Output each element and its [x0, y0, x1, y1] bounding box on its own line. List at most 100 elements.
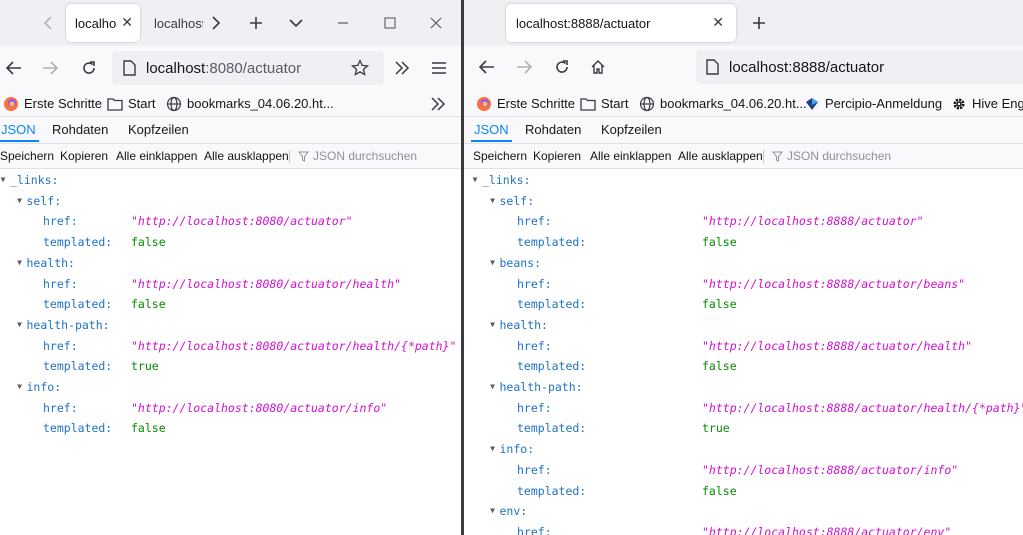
tab-json[interactable]: JSON [471, 122, 512, 142]
json-boolean-value: false [131, 235, 166, 250]
collapse-all-button[interactable]: Alle einklappen [116, 149, 197, 163]
save-button[interactable]: Speichern [0, 149, 54, 163]
json-key: href: [43, 338, 78, 353]
json-object-row[interactable]: ▼ info: [464, 439, 1023, 459]
json-object-row[interactable]: ▼ health-path: [0, 315, 461, 335]
json-object-row[interactable]: ▼ self: [464, 191, 1023, 211]
forward-arrow-icon[interactable] [514, 57, 534, 77]
chevron-left-icon[interactable] [38, 13, 58, 33]
chevron-right-icon[interactable] [206, 13, 226, 33]
expand-triangle-icon[interactable]: ▼ [488, 377, 498, 397]
bookmark-label: Start [601, 96, 629, 111]
close-window-icon[interactable] [426, 13, 446, 33]
back-arrow-icon[interactable] [477, 57, 497, 77]
expand-all-button[interactable]: Alle ausklappen [678, 149, 763, 163]
star-icon[interactable] [350, 58, 370, 78]
overflow-chevrons-icon[interactable] [392, 58, 412, 78]
expand-triangle-icon[interactable]: ▼ [15, 377, 25, 397]
expand-all-button[interactable]: Alle ausklappen [204, 149, 289, 163]
json-object-row[interactable]: ▼ env: [464, 501, 1023, 521]
bookmark-bookmarks-file[interactable]: bookmarks_04.06.20.ht... [166, 95, 334, 112]
home-icon[interactable] [588, 57, 608, 77]
save-button[interactable]: Speichern [473, 149, 527, 163]
expand-triangle-icon[interactable]: ▼ [488, 439, 498, 459]
close-icon[interactable]: ✕ [712, 14, 724, 31]
json-object-row[interactable]: ▼ beans: [464, 253, 1023, 273]
json-string-value: "http://localhost:8080/actuator/health" [131, 276, 402, 291]
tab-json[interactable]: JSON [0, 122, 39, 142]
bookmark-start[interactable]: Start [580, 95, 628, 112]
json-string-value: "http://localhost:8080/actuator/info" [131, 400, 388, 415]
url-bar[interactable]: localhost:8080/actuator [112, 51, 384, 85]
chevron-down-icon[interactable] [286, 13, 306, 33]
json-key: _links: [482, 173, 531, 187]
back-arrow-icon[interactable] [4, 58, 24, 78]
menu-icon[interactable] [429, 58, 449, 78]
json-key: templated: [43, 235, 113, 250]
bookmark-bookmarks-file[interactable]: bookmarks_04.06.20.ht... [639, 95, 807, 112]
expand-triangle-icon[interactable]: ▼ [488, 501, 498, 521]
json-object-row[interactable]: ▼ self: [0, 191, 461, 211]
json-object-row[interactable]: ▼ info: [0, 377, 461, 397]
expand-triangle-icon[interactable]: ▼ [488, 191, 498, 211]
expand-triangle-icon[interactable]: ▼ [15, 253, 25, 273]
json-boolean-value: false [131, 421, 166, 436]
json-object-row[interactable]: ▼ health: [0, 253, 461, 273]
firefox-icon [3, 96, 19, 112]
tab-label: localhost:8888/actuator [154, 15, 203, 31]
bookmark-erste-schritte[interactable]: Erste Schritte [476, 95, 575, 112]
expand-triangle-icon[interactable]: ▼ [470, 170, 480, 190]
filter-placeholder: JSON durchsuchen [787, 149, 892, 163]
new-tab-icon[interactable] [749, 13, 769, 33]
bookmark-label: Erste Schritte [497, 96, 576, 111]
json-object-row[interactable]: ▼ _links: [0, 170, 461, 190]
tab-localhost-8080[interactable]: localhost:8080/actuator ✕ [66, 4, 140, 42]
json-key: templated: [517, 235, 587, 250]
json-string-value: "http://localhost:8080/actuator" [131, 214, 353, 229]
url-bar[interactable]: localhost:8888/actuator [696, 50, 1023, 84]
json-key: templated: [517, 483, 587, 498]
json-key: templated: [517, 359, 587, 374]
bookmark-hive[interactable]: Hive Engi [951, 95, 1023, 112]
left-browser-window: localhost:8080/actuator ✕ localhost:8888… [0, 0, 461, 535]
collapse-all-button[interactable]: Alle einklappen [590, 149, 671, 163]
copy-button[interactable]: Kopieren [60, 149, 108, 163]
forward-arrow-icon[interactable] [40, 58, 60, 78]
json-filter-input[interactable]: JSON durchsuchen [772, 149, 891, 163]
tab-localhost-8888[interactable]: localhost:8888/actuator ✕ [506, 4, 736, 42]
new-tab-icon[interactable] [246, 13, 266, 33]
reload-icon[interactable] [79, 58, 99, 78]
json-string-value: "http://localhost:8888/actuator/info" [702, 462, 959, 477]
bookmark-start[interactable]: Start [107, 95, 155, 112]
tab-rohdaten[interactable]: Rohdaten [52, 122, 108, 137]
tab-localhost-8888[interactable]: localhost:8888/actuator [145, 4, 203, 42]
tab-rohdaten[interactable]: Rohdaten [525, 122, 581, 137]
minimize-icon[interactable] [333, 13, 353, 33]
expand-triangle-icon[interactable]: ▼ [488, 253, 498, 273]
bookmark-percipio[interactable]: Percipio-Anmeldung [804, 95, 942, 112]
overflow-chevrons-icon[interactable] [428, 94, 448, 114]
expand-triangle-icon[interactable]: ▼ [488, 315, 498, 335]
bookmark-label: bookmarks_04.06.20.ht... [660, 96, 807, 111]
json-key: health: [26, 255, 75, 270]
close-icon[interactable]: ✕ [121, 14, 133, 31]
expand-triangle-icon[interactable]: ▼ [15, 315, 25, 335]
expand-triangle-icon[interactable]: ▼ [0, 170, 8, 190]
json-toolbar: Speichern Kopieren Alle einklappen Alle … [0, 144, 461, 169]
maximize-icon[interactable] [380, 13, 400, 33]
tab-strip: localhost:8080/actuator ✕ localhost:8888… [0, 0, 461, 46]
json-object-row[interactable]: ▼ health: [464, 315, 1023, 335]
json-key: self: [26, 193, 62, 208]
json-object-row[interactable]: ▼ health-path: [464, 377, 1023, 397]
tab-kopfzeilen[interactable]: Kopfzeilen [128, 122, 189, 137]
reload-icon[interactable] [552, 57, 572, 77]
json-filter-input[interactable]: JSON durchsuchen [298, 149, 417, 163]
json-object-row[interactable]: ▼ _links: [464, 170, 1023, 190]
page-icon [706, 59, 719, 75]
json-boolean-value: true [702, 421, 730, 436]
expand-triangle-icon[interactable]: ▼ [15, 191, 25, 211]
json-key: _links: [10, 173, 59, 187]
tab-kopfzeilen[interactable]: Kopfzeilen [601, 122, 662, 137]
bookmark-erste-schritte[interactable]: Erste Schritte [3, 95, 102, 112]
copy-button[interactable]: Kopieren [533, 149, 581, 163]
